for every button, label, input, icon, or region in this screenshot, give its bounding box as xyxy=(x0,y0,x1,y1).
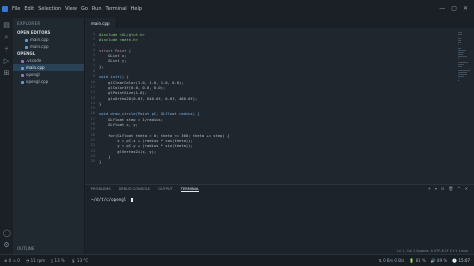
minimap-line xyxy=(458,79,459,81)
extensions-icon[interactable]: ⊞ xyxy=(3,70,10,77)
tab-debug-console[interactable]: DEBUG CONSOLE xyxy=(119,187,150,192)
code-line: } xyxy=(99,159,102,165)
minimap-line xyxy=(458,65,462,67)
explorer-sidebar: EXPLORER OPEN EDITORS main.cpp main.cpp … xyxy=(13,18,85,254)
activity-bar: ▤ ⌕ ⑂ ▷ ⊞ ◯ ⚙ xyxy=(0,18,13,254)
menu-run[interactable]: Run xyxy=(92,6,102,12)
volume-level[interactable]: 🔊 89 % xyxy=(431,258,447,263)
panel-actions: + ▾ ⊟ 🗑 ^ ✕ xyxy=(427,186,468,191)
menu-selection[interactable]: Selection xyxy=(38,6,61,12)
editor-tabs: main.cpp xyxy=(85,18,474,28)
minimize-icon[interactable]: — xyxy=(439,5,445,12)
open-editor-item[interactable]: main.cpp xyxy=(13,43,84,50)
menu-help[interactable]: Help xyxy=(131,6,142,12)
new-terminal-icon[interactable]: + xyxy=(427,186,430,191)
split-terminal-icon[interactable]: ⊟ xyxy=(441,186,444,191)
terminal-cursor xyxy=(130,197,134,203)
cpp-file-icon xyxy=(21,66,24,70)
status-left: ⊗ 0 ⚠ 0 ◔ 11 rpm ▯ 13 % 🌡 13 °C xyxy=(4,258,88,263)
sidebar-title: EXPLORER xyxy=(17,21,41,26)
cpp-file-icon xyxy=(25,38,28,42)
menu-terminal[interactable]: Terminal xyxy=(106,6,127,12)
file-tree-item-active[interactable]: main.cpp xyxy=(13,64,84,71)
battery-level: 🔋 81 % xyxy=(409,258,426,263)
code-editor[interactable]: 1 2 3 4 5 6 7 8 9 10 11 12 13 14 15 16 17 18 19 20 21 22 23 24 2… xyxy=(85,28,474,178)
tab-terminal[interactable]: TERMINAL xyxy=(180,187,200,192)
account-icon[interactable]: ◯ xyxy=(3,230,11,237)
search-icon[interactable]: ⌕ xyxy=(3,34,10,41)
status-bar: ⊗ 0 ⚠ 0 ◔ 11 rpm ▯ 13 % 🌡 13 °C ⇅ 0 B/s … xyxy=(0,254,474,266)
section-open-editors[interactable]: OPEN EDITORS xyxy=(13,29,84,36)
source-control-icon[interactable]: ⑂ xyxy=(3,46,10,53)
gear-icon[interactable]: ⚙ xyxy=(3,242,10,249)
code-lines: #include <GL/glut.h> #include <math.h> str… xyxy=(99,32,229,164)
menu-view[interactable]: View xyxy=(65,6,77,12)
window-controls: — ▢ ✕ xyxy=(439,5,468,12)
network-rate: ⇅ 0 B/s 0 B/s xyxy=(378,258,405,263)
terminal-dropdown-icon[interactable]: ▾ xyxy=(435,186,437,191)
close-icon[interactable]: ✕ xyxy=(463,5,468,12)
minimap-line xyxy=(458,55,468,57)
maximize-panel-icon[interactable]: ^ xyxy=(457,186,460,191)
trash-icon[interactable]: 🗑 xyxy=(448,186,453,191)
cpu-usage: ▯ 13 % xyxy=(51,258,65,263)
file-tree-item[interactable]: opengl.cpp xyxy=(13,78,84,85)
terminal-panel: PROBLEMS DEBUG CONSOLE OUTPUT TERMINAL +… xyxy=(85,184,474,254)
file-icon xyxy=(21,73,24,77)
status-right: ⇅ 0 B/s 0 B/s 🔋 81 % 🔊 89 % 🕓 15:07 xyxy=(378,258,470,263)
line-number-gutter: 1 2 3 4 5 6 7 8 9 10 11 12 13 14 15 16 17 18 19 20 21 22 23 24 2… xyxy=(85,32,97,164)
explorer-icon[interactable]: ▤ xyxy=(3,22,10,29)
terminal-prompt[interactable]: ~/d/t/c/opengl xyxy=(91,197,134,203)
menu-edit[interactable]: Edit xyxy=(24,6,34,12)
maximize-icon[interactable]: ▢ xyxy=(451,5,457,12)
tab-main-cpp[interactable]: main.cpp xyxy=(85,18,117,28)
vscode-window: File Edit Selection View Go Run Terminal… xyxy=(0,0,474,266)
run-debug-icon[interactable]: ▷ xyxy=(3,58,10,65)
app-logo-icon xyxy=(2,6,8,12)
open-editor-item[interactable]: main.cpp xyxy=(13,36,84,43)
cpp-file-icon xyxy=(21,80,24,84)
temperature: 🌡 13 °C xyxy=(70,258,89,263)
problems-count[interactable]: ⊗ 0 ⚠ 0 xyxy=(4,258,20,263)
file-tree-item[interactable]: .vscode xyxy=(13,57,84,64)
folder-icon xyxy=(21,59,24,63)
tab-problems[interactable]: PROBLEMS xyxy=(91,187,111,192)
panel-tabs: PROBLEMS DEBUG CONSOLE OUTPUT TERMINAL xyxy=(85,185,474,194)
close-panel-icon[interactable]: ✕ xyxy=(465,186,468,191)
cpp-file-icon xyxy=(25,45,28,49)
file-tree-item[interactable]: opengl xyxy=(13,71,84,78)
fan-speed: ◔ 11 rpm xyxy=(25,258,46,263)
minimap-line xyxy=(458,33,462,36)
menu-file[interactable]: File xyxy=(12,6,20,12)
menu-bar: File Edit Selection View Go Run Terminal… xyxy=(0,0,474,18)
minimap[interactable] xyxy=(458,32,470,81)
section-opengl[interactable]: OPENGL xyxy=(13,50,84,57)
outline-section[interactable]: OUTLINE xyxy=(13,245,85,252)
tab-output[interactable]: OUTPUT xyxy=(158,187,173,192)
clock: 🕓 15:07 xyxy=(452,258,470,263)
menu-go[interactable]: Go xyxy=(81,6,88,12)
line-number: 25 xyxy=(90,159,95,164)
